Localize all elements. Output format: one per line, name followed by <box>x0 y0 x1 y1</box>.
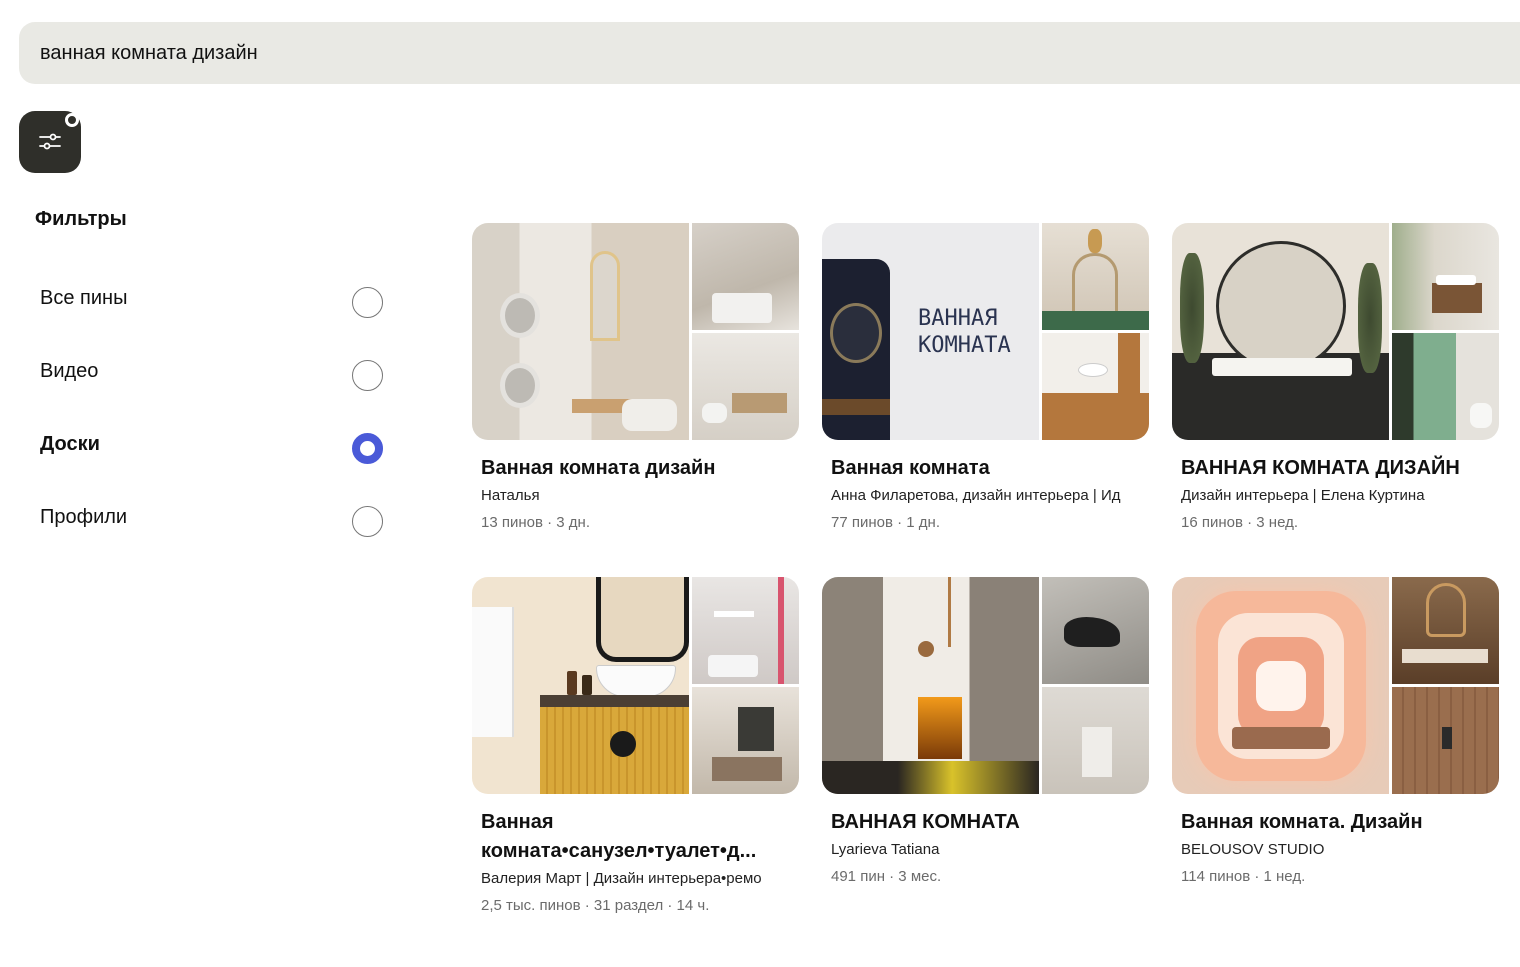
filter-toggle-button[interactable] <box>19 111 81 173</box>
cover-image-main: ВАННАЯ КОМНАТА <box>822 223 1039 440</box>
board-cover[interactable]: ВАННАЯ КОМНАТА <box>822 223 1149 440</box>
cover-image-bottom <box>1042 333 1149 440</box>
radio-button[interactable] <box>352 360 383 391</box>
board-title[interactable]: Ванная комната дизайн <box>481 454 796 483</box>
cover-image-top <box>1392 577 1499 684</box>
board-owner[interactable]: Валерия Март | Дизайн интерьера•ремо <box>481 870 791 887</box>
board-owner[interactable]: Анна Филаретова, дизайн интерьера | Ид <box>831 487 1141 504</box>
filter-option-label: Профили <box>40 506 128 528</box>
board-cover[interactable] <box>472 223 799 440</box>
cover-image-top <box>1042 577 1149 684</box>
cover-image-main <box>472 223 689 440</box>
board-card[interactable]: ВАННАЯ КОМНАТА Ванная комната Анна Филар… <box>822 223 1149 531</box>
cover-image-main <box>822 577 1039 794</box>
cover-image-top <box>692 223 799 330</box>
board-title[interactable]: Ванная комната. Дизайн <box>1181 808 1496 837</box>
filter-option-label: Все пины <box>40 287 128 309</box>
search-query: ванная комната дизайн <box>40 41 258 64</box>
board-owner[interactable]: BELOUSOV STUDIO <box>1181 841 1491 858</box>
cover-image-bottom <box>1392 333 1499 440</box>
cover-image-top <box>692 577 799 684</box>
board-title[interactable]: Ванная комната <box>831 454 1146 483</box>
cover-image-top <box>1042 223 1149 330</box>
cover-image-bottom <box>1042 687 1149 794</box>
board-meta: 13 пинов · 3 дн. <box>481 514 590 531</box>
board-card[interactable]: Ванная комната. Дизайн BELOUSOV STUDIO 1… <box>1172 577 1499 885</box>
board-meta: 16 пинов · 3 нед. <box>1181 514 1299 531</box>
board-cover[interactable] <box>1172 577 1499 794</box>
board-card[interactable]: Ванная комната•санузел•туалет•д... Валер… <box>472 577 799 914</box>
board-title[interactable]: Ванная комната•санузел•туалет•д... <box>481 808 796 866</box>
cover-image-main <box>1172 577 1389 794</box>
cover-image-main <box>472 577 689 794</box>
board-title[interactable]: ВАННАЯ КОМНАТА ДИЗАЙН <box>1181 454 1496 483</box>
cover-image-top <box>1392 223 1499 330</box>
board-owner[interactable]: Наталья <box>481 487 791 504</box>
radio-button[interactable] <box>352 287 383 318</box>
filter-option-all-pins[interactable]: Все пины <box>40 285 385 325</box>
filter-option-label: Видео <box>40 360 99 382</box>
board-cover[interactable] <box>822 577 1149 794</box>
filter-option-profiles[interactable]: Профили <box>40 504 385 544</box>
board-card[interactable]: Ванная комната дизайн Наталья 13 пинов ·… <box>472 223 799 531</box>
cover-text: ВАННАЯ КОМНАТА <box>918 306 1011 358</box>
board-title[interactable]: ВАННАЯ КОМНАТА <box>831 808 1146 837</box>
cover-image-bottom <box>692 687 799 794</box>
board-cover[interactable] <box>472 577 799 794</box>
radio-button-selected[interactable] <box>352 433 383 464</box>
board-meta: 491 пин · 3 мес. <box>831 868 942 885</box>
cover-image-main <box>1172 223 1389 440</box>
filter-option-boards[interactable]: Доски <box>40 431 385 471</box>
board-cover[interactable] <box>1172 223 1499 440</box>
board-card[interactable]: ВАННАЯ КОМНАТА Lyarieva Tatiana 491 пин … <box>822 577 1149 885</box>
board-card[interactable]: ВАННАЯ КОМНАТА ДИЗАЙН Дизайн интерьера |… <box>1172 223 1499 531</box>
cover-image-bottom <box>1392 687 1499 794</box>
search-bar[interactable]: ванная комната дизайн <box>19 22 1520 84</box>
cover-image-bottom <box>692 333 799 440</box>
board-owner[interactable]: Lyarieva Tatiana <box>831 841 1141 858</box>
board-meta: 2,5 тыс. пинов · 31 раздел · 14 ч. <box>481 897 710 914</box>
radio-button[interactable] <box>352 506 383 537</box>
board-meta: 77 пинов · 1 дн. <box>831 514 940 531</box>
board-owner[interactable]: Дизайн интерьера | Елена Куртина <box>1181 487 1491 504</box>
filter-option-video[interactable]: Видео <box>40 358 385 398</box>
board-meta: 114 пинов · 1 нед. <box>1181 868 1306 885</box>
filters-heading: Фильтры <box>35 208 127 230</box>
filter-active-indicator <box>65 113 79 127</box>
sliders-icon <box>39 133 61 150</box>
filter-option-label: Доски <box>40 433 100 455</box>
